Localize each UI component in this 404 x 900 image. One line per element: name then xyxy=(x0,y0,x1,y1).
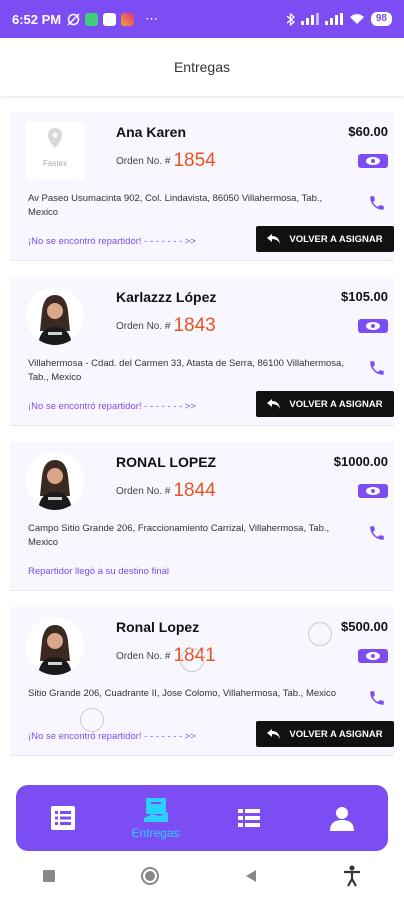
order-price: $60.00 xyxy=(348,124,388,139)
reassign-button[interactable]: VOLVER A ASIGNAR xyxy=(256,391,394,417)
nav-item-menu[interactable] xyxy=(214,788,284,848)
reassign-label: VOLVER A ASIGNAR xyxy=(289,398,383,410)
order-number-label: Orden No. # xyxy=(116,320,171,332)
location-pin-icon xyxy=(48,128,62,148)
order-number: Orden No. # 1844 xyxy=(116,480,216,502)
order-card[interactable]: Ronal Lopez $500.00 Orden No. # 1841 Sit… xyxy=(10,607,394,756)
nav-item-orders-list[interactable] xyxy=(28,788,98,848)
home-icon[interactable] xyxy=(140,866,160,886)
bottom-navigation: Entregas xyxy=(16,785,388,851)
bluetooth-icon xyxy=(286,12,295,26)
touch-ripple xyxy=(180,648,204,672)
avatar xyxy=(26,452,84,510)
wifi-icon xyxy=(349,14,364,24)
store-logo: Fastex xyxy=(26,122,84,180)
customer-name: RONAL LOPEZ xyxy=(116,454,217,470)
customer-name: Ronal Lopez xyxy=(116,619,200,635)
reassign-button[interactable]: VOLVER A ASIGNAR xyxy=(256,226,394,252)
view-button[interactable] xyxy=(358,649,388,663)
delivery-address: Campo Sitio Grande 206, Fraccionamiento … xyxy=(28,523,330,548)
signal-2-icon xyxy=(324,13,343,25)
reassign-label: VOLVER A ASIGNAR xyxy=(289,233,383,245)
view-button[interactable] xyxy=(358,484,388,498)
phone-icon[interactable] xyxy=(368,689,386,707)
order-number: Orden No. # 1854 xyxy=(116,150,216,172)
view-button[interactable] xyxy=(358,154,388,168)
view-button[interactable] xyxy=(358,319,388,333)
system-navigation-bar xyxy=(0,852,404,900)
touch-ripple xyxy=(308,622,332,646)
order-number-label: Orden No. # xyxy=(116,155,171,167)
avatar-photo xyxy=(26,617,84,675)
order-price: $1000.00 xyxy=(333,454,388,469)
undo-arrow-icon xyxy=(267,729,281,739)
gmail-icon xyxy=(103,12,117,26)
order-number-value: 1843 xyxy=(173,315,216,336)
customer-name: Ana Karen xyxy=(116,124,187,140)
delivery-address: Villahermosa - Cdad. del Carmen 33, Atas… xyxy=(28,358,344,383)
delivery-address: Av Paseo Usumacinta 902, Col. Lindavista… xyxy=(28,193,323,218)
page-title: Entregas xyxy=(173,59,231,75)
order-price: $500.00 xyxy=(341,619,388,634)
phone-icon[interactable] xyxy=(368,194,386,212)
undo-arrow-icon xyxy=(267,399,281,409)
order-number-value: 1854 xyxy=(173,150,216,171)
nav-item-entregas[interactable]: Entregas xyxy=(121,788,191,848)
eye-icon xyxy=(366,487,380,495)
eye-icon xyxy=(366,652,380,660)
phone-icon[interactable] xyxy=(368,524,386,542)
reassign-label: VOLVER A ASIGNAR xyxy=(289,728,383,740)
recents-icon[interactable] xyxy=(42,869,56,883)
delivery-status: Repartidor llegó a su destino final xyxy=(28,566,170,577)
avatar-photo xyxy=(26,287,84,345)
nav-item-profile[interactable] xyxy=(307,788,377,848)
delivery-status[interactable]: ¡No se encontró repartidor! - - - - - - … xyxy=(28,401,196,412)
signal-icon xyxy=(300,13,319,25)
status-bar: 6:52 PM ⋯ 98 xyxy=(0,0,404,38)
delivery-address: Sitio Grande 206, Cuadrante II, Jose Col… xyxy=(28,688,337,699)
undo-arrow-icon xyxy=(267,234,281,244)
eye-icon xyxy=(366,322,380,330)
back-icon[interactable] xyxy=(244,869,258,883)
list-icon xyxy=(50,806,75,830)
fan-icon xyxy=(67,12,80,26)
eye-icon xyxy=(366,157,380,165)
instagram-icon xyxy=(121,12,135,26)
order-card[interactable]: Fastex Ana Karen $60.00 Orden No. # 1854… xyxy=(10,112,394,261)
customer-name: Karlazzz López xyxy=(116,289,217,305)
app-icon-green xyxy=(85,12,99,26)
notification-icons: ⋯ xyxy=(67,11,158,27)
delivery-status[interactable]: ¡No se encontró repartidor! - - - - - - … xyxy=(28,731,196,742)
reassign-button[interactable]: VOLVER A ASIGNAR xyxy=(256,721,394,747)
order-card[interactable]: Karlazzz López $105.00 Orden No. # 1843 … xyxy=(10,277,394,426)
page-header: Entregas xyxy=(0,38,404,96)
order-number-label: Orden No. # xyxy=(116,485,171,497)
more-icon: ⋯ xyxy=(145,11,159,26)
order-number: Orden No. # 1843 xyxy=(116,315,216,337)
order-card[interactable]: RONAL LOPEZ $1000.00 Orden No. # 1844 Ca… xyxy=(10,442,394,591)
phone-icon[interactable] xyxy=(368,359,386,377)
avatar-photo xyxy=(26,452,84,510)
order-number-label: Orden No. # xyxy=(116,650,171,662)
delivery-status[interactable]: ¡No se encontró repartidor! - - - - - - … xyxy=(28,236,196,247)
status-time: 6:52 PM xyxy=(12,11,62,27)
order-price: $105.00 xyxy=(341,289,388,304)
battery-indicator: 98 xyxy=(370,12,392,26)
order-number-value: 1844 xyxy=(173,480,216,501)
avatar xyxy=(26,617,84,675)
user-icon xyxy=(329,807,354,831)
touch-ripple xyxy=(80,708,104,732)
nav-label-entregas: Entregas xyxy=(131,826,180,840)
menu-list-icon xyxy=(237,809,260,827)
accessibility-icon[interactable] xyxy=(342,865,362,887)
delivery-icon xyxy=(143,798,168,822)
avatar xyxy=(26,287,84,345)
